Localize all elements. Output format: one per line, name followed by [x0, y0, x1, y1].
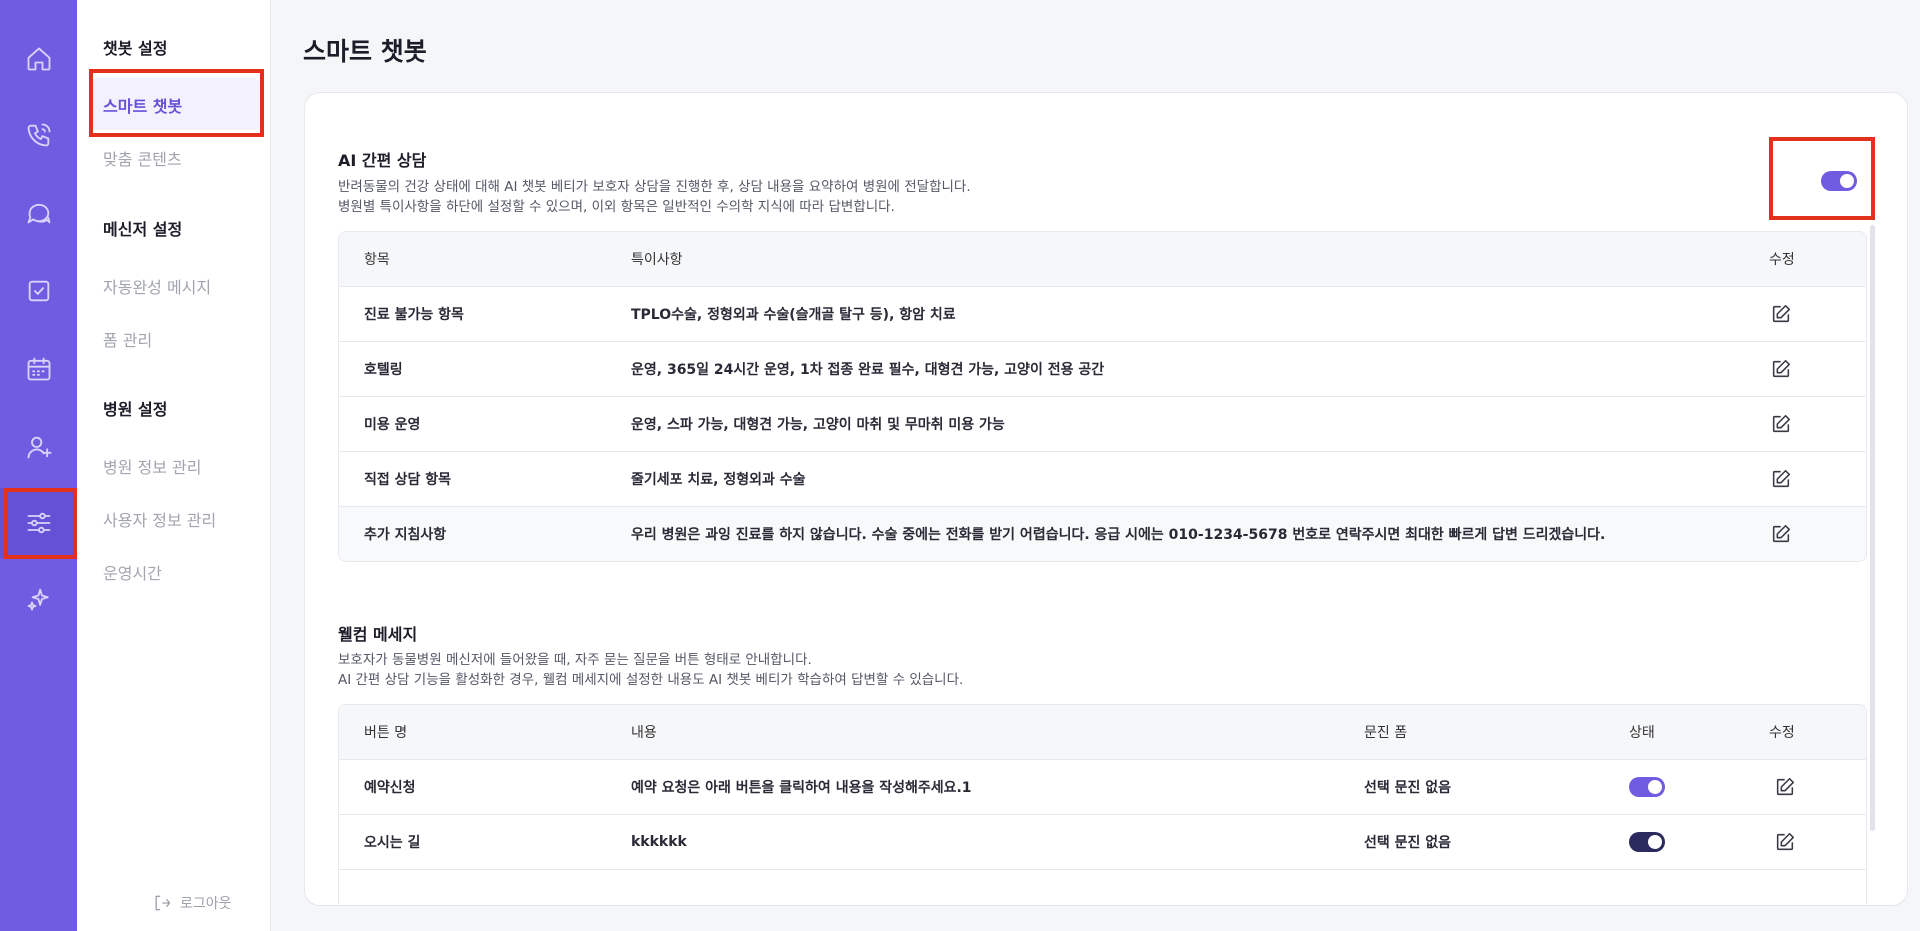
rail-phone[interactable]	[0, 100, 77, 170]
menu-section-chatbot: 챗봇 설정	[103, 39, 168, 58]
row-note: 운영, 스파 가능, 대형견 가능, 고양이 마취 및 무마취 미용 가능	[631, 417, 1005, 433]
edit-button[interactable]	[1769, 522, 1793, 546]
table-row: 직접 상담 항목 줄기세포 치료, 정형외과 수술	[339, 451, 1866, 506]
edit-button[interactable]	[1769, 357, 1793, 381]
welcome-desc-line1: 보호자가 동물병원 메신저에 들어왔을 때, 자주 묻는 질문을 버튼 형태로 …	[338, 652, 812, 668]
row-content: kkkkkk	[631, 834, 687, 850]
menu-item-user-info[interactable]: 사용자 정보 관리	[103, 507, 216, 531]
menu-section-hospital: 병원 설정	[103, 400, 168, 419]
row-note: TPLO수술, 정형외과 수술(슬개골 탈구 등), 항암 치료	[631, 307, 956, 323]
edit-icon	[1772, 359, 1791, 378]
row-content: 예약 요청은 아래 버튼을 클릭하여 내용을 작성해주세요.1	[631, 780, 972, 796]
column-header-edit: 수정	[1769, 725, 1795, 741]
toggle-knob	[1648, 835, 1662, 849]
row-note: 운영, 365일 24시간 운영, 1차 접종 완료 필수, 대형견 가능, 고…	[631, 362, 1105, 378]
column-header-button-name: 버튼 명	[364, 725, 408, 741]
welcome-title: 웰컴 메세지	[338, 625, 418, 644]
welcome-table: 버튼 명 내용 문진 폼 상태 수정 예약신청 예약 요청은 아래 버튼을 클릭…	[338, 704, 1867, 905]
table-row: 호텔링 운영, 365일 24시간 운영, 1차 접종 완료 필수, 대형견 가…	[339, 341, 1866, 396]
checkbox-icon	[28, 280, 49, 302]
logout-label: 로그아웃	[180, 896, 232, 912]
ai-consult-table: 항목 특이사항 수정 진료 불가능 항목 TPLO수술, 정형외과 수술(슬개골…	[338, 231, 1867, 562]
menu-item-hours[interactable]: 운영시간	[103, 560, 162, 584]
table-header-row: 버튼 명 내용 문진 폼 상태 수정	[339, 705, 1866, 759]
sparkle-icon	[27, 588, 49, 611]
row-item: 진료 불가능 항목	[364, 307, 464, 323]
status-toggle[interactable]	[1629, 777, 1665, 797]
row-note: 줄기세포 치료, 정형외과 수술	[631, 472, 806, 488]
page-title: 스마트 챗봇	[303, 37, 427, 66]
edit-button[interactable]	[1769, 467, 1793, 491]
edit-button[interactable]	[1769, 302, 1793, 326]
rail-home[interactable]	[0, 24, 77, 94]
rail-settings[interactable]	[0, 488, 77, 558]
row-button-name: 예약신청	[364, 780, 416, 796]
row-item: 추가 지침사항	[364, 527, 447, 543]
settings-sliders-icon	[27, 512, 50, 534]
menu-item-forms[interactable]: 폼 관리	[103, 327, 152, 351]
column-header-note: 특이사항	[631, 252, 683, 268]
menu-item-hospital-info[interactable]: 병원 정보 관리	[103, 454, 202, 478]
table-row-partial	[339, 869, 1866, 905]
row-note: 우리 병원은 과잉 진료를 하지 않습니다. 수술 중에는 전화를 받기 어렵습…	[631, 527, 1606, 543]
edit-button[interactable]	[1773, 830, 1797, 854]
chat-icon	[27, 203, 50, 224]
table-row: 추가 지침사항 우리 병원은 과잉 진료를 하지 않습니다. 수술 중에는 전화…	[339, 506, 1866, 561]
edit-icon	[1772, 469, 1791, 488]
menu-item-custom-content[interactable]: 맞춤 콘텐츠	[103, 146, 182, 170]
rail-ai[interactable]	[0, 564, 77, 634]
rail-tasks[interactable]	[0, 256, 77, 326]
column-header-content: 내용	[631, 725, 657, 741]
logout-icon	[155, 895, 171, 911]
card-scrollbar[interactable]	[1870, 225, 1875, 831]
calendar-icon	[27, 357, 50, 381]
welcome-desc-line2: AI 간편 상담 기능을 활성화한 경우, 웰컴 메세지에 설정한 내용도 AI…	[338, 672, 964, 688]
rail-chat[interactable]	[0, 178, 77, 248]
home-icon	[27, 47, 50, 71]
edit-icon	[1772, 524, 1791, 543]
icon-rail	[0, 0, 77, 931]
table-row: 진료 불가능 항목 TPLO수술, 정형외과 수술(슬개골 탈구 등), 항암 …	[339, 286, 1866, 341]
ai-consult-desc-line2: 병원별 특이사항을 하단에 설정할 수 있으며, 이외 항목은 일반적인 수의학…	[338, 199, 895, 215]
edit-icon	[1776, 777, 1795, 796]
chatbot-settings-card: AI 간편 상담 반려동물의 건강 상태에 대해 AI 챗봇 베티가 보호자 상…	[304, 92, 1908, 906]
ai-consult-toggle[interactable]	[1821, 171, 1857, 191]
user-add-icon	[27, 436, 52, 459]
settings-menu: 챗봇 설정 스마트 챗봇 맞춤 콘텐츠 메신저 설정 자동완성 메시지 폼 관리…	[77, 0, 271, 931]
row-form: 선택 문진 없음	[1364, 780, 1452, 796]
edit-button[interactable]	[1773, 775, 1797, 799]
menu-item-smart-chatbot[interactable]: 스마트 챗봇	[103, 93, 182, 117]
row-item: 호텔링	[364, 362, 403, 378]
toggle-knob	[1840, 174, 1854, 188]
column-header-status: 상태	[1629, 725, 1655, 741]
ai-consult-description: 반려동물의 건강 상태에 대해 AI 챗봇 베티가 보호자 상담을 진행한 후,…	[338, 177, 971, 217]
edit-icon	[1772, 414, 1791, 433]
welcome-description: 보호자가 동물병원 메신저에 들어왔을 때, 자주 묻는 질문을 버튼 형태로 …	[338, 650, 963, 690]
column-header-edit: 수정	[1769, 252, 1795, 268]
phone-icon	[27, 123, 50, 147]
row-button-name: 오시는 길	[364, 835, 421, 851]
row-item: 미용 운영	[364, 417, 421, 433]
rail-calendar[interactable]	[0, 334, 77, 404]
ai-consult-title: AI 간편 상담	[338, 151, 427, 170]
logout-button[interactable]: 로그아웃	[152, 893, 232, 913]
edit-button[interactable]	[1769, 412, 1793, 436]
edit-icon	[1776, 832, 1795, 851]
toggle-knob	[1648, 780, 1662, 794]
rail-users[interactable]	[0, 412, 77, 482]
ai-consult-desc-line1: 반려동물의 건강 상태에 대해 AI 챗봇 베티가 보호자 상담을 진행한 후,…	[338, 179, 971, 195]
table-header-row: 항목 특이사항 수정	[339, 232, 1866, 286]
status-toggle[interactable]	[1629, 832, 1665, 852]
table-row: 오시는 길 kkkkkk 선택 문진 없음	[339, 814, 1866, 869]
column-header-item: 항목	[364, 252, 390, 268]
row-item: 직접 상담 항목	[364, 472, 452, 488]
menu-item-autocomplete[interactable]: 자동완성 메시지	[103, 274, 211, 298]
table-row: 미용 운영 운영, 스파 가능, 대형견 가능, 고양이 마취 및 무마취 미용…	[339, 396, 1866, 451]
menu-section-messenger: 메신저 설정	[103, 220, 183, 239]
column-header-form: 문진 폼	[1364, 725, 1408, 741]
edit-icon	[1772, 304, 1791, 323]
table-row: 예약신청 예약 요청은 아래 버튼을 클릭하여 내용을 작성해주세요.1 선택 …	[339, 759, 1866, 814]
row-form: 선택 문진 없음	[1364, 835, 1452, 851]
